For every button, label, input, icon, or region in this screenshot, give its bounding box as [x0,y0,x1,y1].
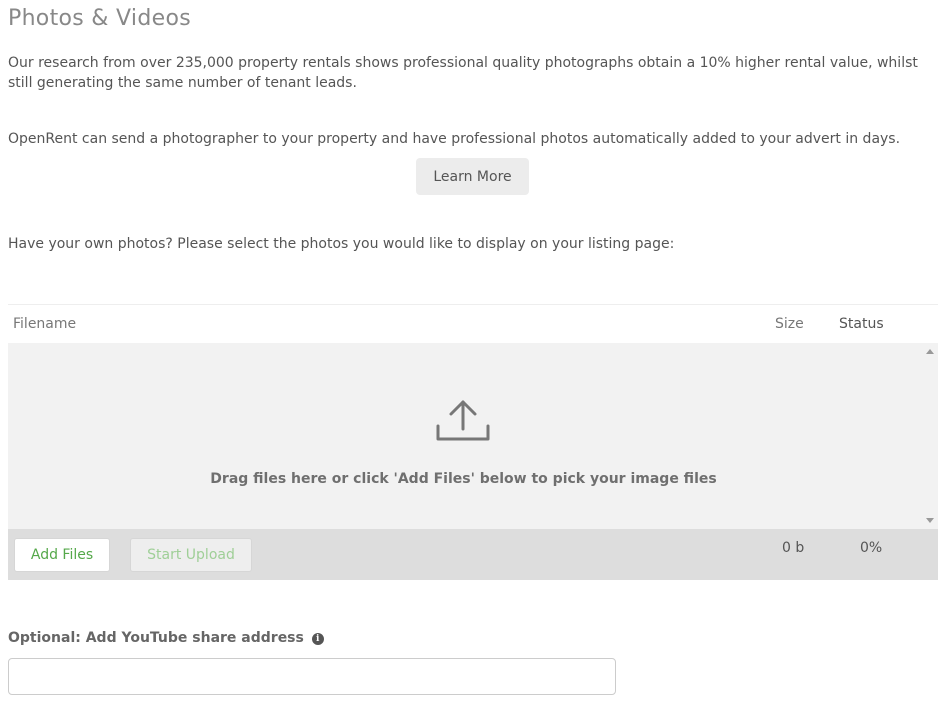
column-header-filename: Filename [13,316,77,332]
add-files-button[interactable]: Add Files [14,538,110,572]
file-uploader: Filename Size Status Drag files here or … [8,304,938,580]
column-header-size: Size [775,316,804,332]
uploader-footer: Add Files Start Upload 0 b 0% [8,529,938,580]
start-upload-button[interactable]: Start Upload [130,538,252,572]
file-dropzone[interactable]: Drag files here or click 'Add Files' bel… [8,343,938,529]
youtube-label: Optional: Add YouTube share address i [8,630,324,646]
page-title: Photos & Videos [8,6,191,31]
photographer-paragraph: OpenRent can send a photographer to your… [8,131,901,147]
intro-paragraph: Our research from over 235,000 property … [8,55,918,91]
column-header-status: Status [839,316,884,332]
youtube-label-text: Optional: Add YouTube share address [8,630,304,646]
dropzone-scrollbar[interactable] [922,343,938,529]
total-size: 0 b [782,540,805,556]
info-icon[interactable]: i [311,633,324,645]
uploader-header: Filename Size Status [8,304,938,344]
scroll-down-arrow-icon[interactable] [926,518,934,523]
upload-icon [435,398,491,448]
scroll-up-arrow-icon[interactable] [926,349,934,354]
dropzone-instructions: Drag files here or click 'Add Files' bel… [210,471,717,487]
learn-more-button[interactable]: Learn More [416,158,529,195]
youtube-url-input[interactable] [8,658,616,695]
total-progress: 0% [860,540,883,556]
own-photos-paragraph: Have your own photos? Please select the … [8,236,675,252]
